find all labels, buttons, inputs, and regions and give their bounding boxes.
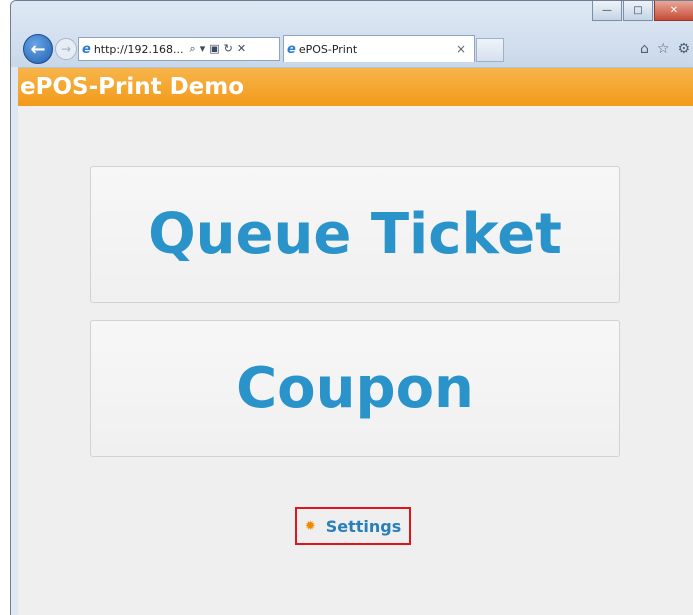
window-frame-edge: [11, 67, 18, 615]
navigation-bar: ← → e http://192.168... ⌕ ▾ ▣ ↻ ✕ e ePOS…: [11, 29, 693, 65]
compatibility-icon[interactable]: ▣: [209, 42, 219, 56]
refresh-icon[interactable]: ↻: [224, 42, 233, 56]
browser-chrome: — □ ✕ ← → e http://192.168... ⌕ ▾ ▣ ↻ ✕: [11, 1, 693, 67]
tab-close-icon[interactable]: ×: [456, 42, 466, 56]
back-button[interactable]: ←: [23, 34, 53, 64]
settings-label: Settings: [325, 516, 402, 536]
coupon-button[interactable]: Coupon: [90, 320, 620, 457]
settings-gear-icon: ✹: [304, 518, 316, 534]
forward-arrow-icon: →: [60, 42, 72, 56]
page-title: ePOS-Print Demo: [18, 68, 693, 106]
back-arrow-icon: ←: [30, 38, 46, 60]
stop-icon[interactable]: ✕: [237, 42, 246, 56]
tab-title: ePOS-Print: [298, 42, 358, 56]
gear-icon[interactable]: ⚙: [677, 41, 690, 57]
search-icon[interactable]: ⌕: [190, 42, 196, 56]
minimize-button[interactable]: —: [592, 1, 622, 21]
address-tools: ⌕ ▾ ▣ ↻ ✕: [190, 42, 247, 56]
settings-link[interactable]: ✹ Settings: [295, 507, 411, 545]
favorites-icon[interactable]: ☆: [657, 41, 670, 57]
window-controls: — □ ✕: [591, 1, 693, 21]
page-content: ePOS-Print Demo Queue Ticket Coupon ✹ Se…: [18, 67, 693, 615]
home-icon[interactable]: ⌂: [640, 41, 649, 57]
close-window-button[interactable]: ✕: [654, 1, 693, 21]
forward-button[interactable]: →: [55, 38, 77, 60]
new-tab-button[interactable]: [476, 38, 504, 62]
toolbar-icons: ⌂ ☆ ⚙: [640, 41, 690, 57]
maximize-button[interactable]: □: [623, 1, 653, 21]
dropdown-icon[interactable]: ▾: [200, 42, 206, 56]
queue-ticket-button[interactable]: Queue Ticket: [90, 166, 620, 303]
ie-logo-icon: e: [82, 41, 91, 57]
browser-window: — □ ✕ ← → e http://192.168... ⌕ ▾ ▣ ↻ ✕: [10, 0, 693, 615]
browser-tab[interactable]: e ePOS-Print ×: [283, 35, 475, 62]
tab-ie-icon: e: [287, 41, 296, 57]
address-text: http://192.168...: [93, 42, 184, 56]
address-bar[interactable]: e http://192.168... ⌕ ▾ ▣ ↻ ✕: [78, 37, 280, 61]
